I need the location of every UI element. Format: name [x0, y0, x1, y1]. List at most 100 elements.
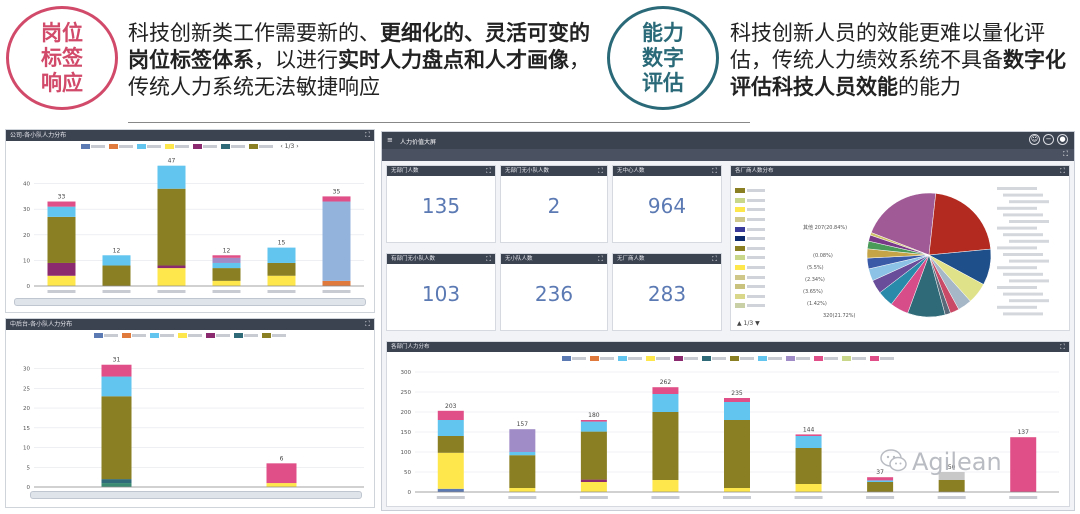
legend-item[interactable]: [730, 355, 754, 361]
legend-item[interactable]: [618, 355, 642, 361]
expand-icon[interactable]: ⛶: [598, 254, 603, 264]
bar-segment[interactable]: [509, 429, 536, 452]
bar-segment[interactable]: [580, 421, 607, 432]
bar-segment[interactable]: [1010, 437, 1037, 492]
bar-segment[interactable]: [795, 436, 822, 448]
bar-segment[interactable]: [652, 387, 679, 394]
bar-segment[interactable]: [157, 165, 186, 189]
pie-legend-item[interactable]: [735, 196, 789, 206]
bar-segment[interactable]: [509, 452, 536, 456]
legend-item[interactable]: [702, 355, 726, 361]
legend-item[interactable]: [249, 143, 274, 149]
bar-segment[interactable]: [212, 280, 241, 286]
bar-segment[interactable]: [724, 420, 750, 488]
minus-icon[interactable]: −: [1043, 134, 1054, 145]
expand-icon[interactable]: ⛶: [486, 166, 491, 176]
bar-segment[interactable]: [322, 280, 351, 286]
legend-item[interactable]: [870, 355, 894, 361]
bar-segment[interactable]: [101, 376, 132, 397]
pie-slice[interactable]: [928, 193, 991, 256]
bar-segment[interactable]: [47, 262, 76, 276]
legend-item[interactable]: [221, 143, 246, 149]
chart-scrollbar[interactable]: [30, 491, 362, 499]
bar-segment[interactable]: [212, 268, 241, 281]
fullscreen-icon[interactable]: ⛶: [1063, 150, 1068, 159]
bar-segment[interactable]: [212, 255, 241, 258]
bar-segment[interactable]: [212, 257, 241, 263]
bar-segment[interactable]: [509, 455, 536, 488]
bar-segment[interactable]: [437, 488, 464, 492]
bar-segment[interactable]: [938, 480, 965, 492]
bar-segment[interactable]: [47, 206, 76, 217]
bar-segment[interactable]: [101, 396, 132, 480]
legend-item[interactable]: [178, 332, 202, 338]
bar-segment[interactable]: [580, 479, 607, 482]
legend-item[interactable]: [109, 143, 134, 149]
legend-item[interactable]: [94, 332, 118, 338]
bar-segment[interactable]: [437, 436, 464, 453]
bar-segment[interactable]: [157, 268, 186, 286]
bar-segment[interactable]: [101, 479, 132, 484]
avatar[interactable]: ●: [1057, 134, 1068, 145]
bar-segment[interactable]: [724, 398, 750, 402]
pie-legend-item[interactable]: [735, 272, 789, 282]
expand-icon[interactable]: ⛶: [712, 166, 717, 176]
bar-segment[interactable]: [267, 275, 296, 286]
bar-segment[interactable]: [580, 431, 607, 480]
legend-item[interactable]: [81, 143, 106, 149]
pie-pager[interactable]: ▲ 1/3 ▼: [737, 320, 760, 327]
bar-segment[interactable]: [266, 463, 297, 484]
bar-segment[interactable]: [867, 482, 894, 492]
legend-item[interactable]: [234, 332, 258, 338]
bar-segment[interactable]: [509, 488, 536, 492]
pie-legend-item[interactable]: [735, 186, 789, 196]
legend-item[interactable]: [262, 332, 286, 338]
bar-segment[interactable]: [724, 488, 750, 492]
expand-icon[interactable]: ⛶: [486, 254, 491, 264]
pie-legend-item[interactable]: [735, 301, 789, 311]
legend-item[interactable]: [786, 355, 810, 361]
expand-icon[interactable]: ⛶: [1060, 342, 1065, 352]
pie-legend-item[interactable]: [735, 234, 789, 244]
pie-legend-item[interactable]: [735, 215, 789, 225]
bar-segment[interactable]: [157, 265, 186, 269]
expand-icon[interactable]: ⛶: [365, 130, 370, 141]
pie-legend-item[interactable]: [735, 253, 789, 263]
bar-segment[interactable]: [580, 420, 607, 422]
bar-segment[interactable]: [267, 262, 296, 276]
legend-item[interactable]: [674, 355, 698, 361]
bar-segment[interactable]: [101, 483, 132, 487]
bar-segment[interactable]: [267, 247, 296, 263]
bar-segment[interactable]: [47, 216, 76, 263]
bar-segment[interactable]: [102, 265, 131, 286]
bar-segment[interactable]: [580, 482, 607, 492]
bar-segment[interactable]: [157, 188, 186, 266]
legend-item[interactable]: [137, 143, 162, 149]
bar-segment[interactable]: [724, 402, 750, 420]
bar-segment[interactable]: [652, 394, 679, 412]
bar-segment[interactable]: [652, 480, 679, 492]
pie-legend-item[interactable]: [735, 263, 789, 273]
bar-segment[interactable]: [795, 434, 822, 436]
bar-segment[interactable]: [867, 480, 894, 482]
legend-item[interactable]: [150, 332, 174, 338]
bar-segment[interactable]: [795, 448, 822, 484]
legend-item[interactable]: [165, 143, 190, 149]
legend-item[interactable]: [646, 355, 670, 361]
legend-item[interactable]: [758, 355, 782, 361]
legend-item[interactable]: [814, 355, 838, 361]
bar-segment[interactable]: [101, 364, 132, 377]
bar-segment[interactable]: [437, 452, 464, 489]
legend-item[interactable]: [122, 332, 146, 338]
expand-icon[interactable]: ⛶: [1060, 166, 1065, 176]
bar-segment[interactable]: [322, 201, 351, 281]
legend-item[interactable]: [193, 143, 218, 149]
bar-segment[interactable]: [795, 484, 822, 492]
pie-legend-item[interactable]: [735, 205, 789, 215]
bar-segment[interactable]: [322, 196, 351, 202]
bar-segment[interactable]: [437, 410, 464, 420]
expand-icon[interactable]: ⛶: [598, 166, 603, 176]
pie-legend-item[interactable]: [735, 282, 789, 292]
legend-pager[interactable]: ‹ 1/3 ›: [280, 143, 298, 150]
chart-scrollbar[interactable]: [14, 298, 366, 306]
